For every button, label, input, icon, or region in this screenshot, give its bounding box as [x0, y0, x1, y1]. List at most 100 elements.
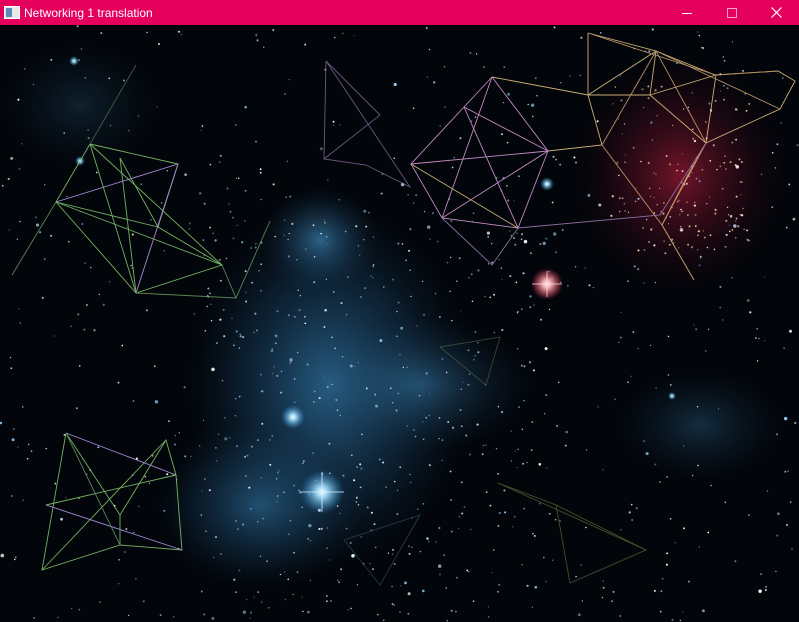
star	[498, 258, 500, 261]
star	[725, 233, 728, 236]
star	[503, 489, 506, 492]
close-button[interactable]	[754, 0, 799, 25]
star	[234, 415, 237, 417]
star	[621, 133, 623, 135]
star	[530, 449, 533, 451]
star	[235, 591, 237, 594]
star	[724, 501, 727, 504]
star	[244, 220, 246, 222]
star	[298, 309, 301, 312]
star	[619, 336, 622, 339]
star	[41, 296, 44, 299]
star	[135, 577, 137, 580]
star	[443, 65, 446, 68]
star	[462, 381, 464, 383]
star	[212, 556, 215, 559]
star	[383, 619, 385, 622]
star	[446, 619, 448, 622]
star	[20, 143, 23, 145]
star	[205, 530, 207, 533]
star	[611, 600, 613, 602]
star	[612, 103, 614, 105]
star	[154, 400, 159, 404]
bright-star	[69, 56, 79, 66]
star	[357, 503, 360, 506]
star	[369, 275, 372, 277]
star	[567, 284, 569, 287]
star	[683, 445, 685, 447]
star	[320, 527, 323, 530]
star	[428, 464, 431, 467]
star	[326, 385, 329, 388]
star	[326, 527, 329, 529]
star	[601, 596, 604, 599]
star	[592, 286, 595, 289]
star	[210, 303, 212, 305]
title-bar[interactable]: Networking 1 translation	[0, 0, 799, 25]
minimize-button[interactable]	[664, 0, 709, 25]
star	[655, 387, 657, 389]
star	[380, 192, 383, 195]
star	[776, 534, 779, 537]
star	[775, 570, 777, 573]
star	[555, 158, 557, 161]
star	[509, 230, 511, 232]
star	[289, 362, 292, 364]
star	[272, 29, 275, 31]
star	[366, 506, 369, 509]
maximize-button[interactable]	[709, 0, 754, 25]
star	[706, 202, 708, 205]
star	[190, 455, 192, 458]
star	[357, 245, 360, 247]
star	[503, 66, 506, 68]
star	[532, 532, 534, 535]
star	[458, 257, 461, 260]
star	[618, 341, 620, 344]
star	[77, 313, 80, 316]
star	[254, 246, 257, 249]
star	[426, 225, 431, 229]
star	[287, 238, 289, 241]
star	[602, 580, 604, 582]
star	[788, 329, 793, 333]
star	[742, 207, 744, 210]
star	[393, 82, 397, 87]
star	[284, 93, 286, 95]
star	[78, 365, 81, 367]
star	[391, 585, 393, 588]
star	[200, 590, 203, 593]
star	[288, 78, 290, 81]
star	[250, 247, 253, 249]
star	[215, 342, 218, 345]
star	[746, 299, 750, 302]
star	[209, 226, 211, 229]
star	[543, 412, 546, 415]
star	[498, 583, 501, 586]
star	[602, 586, 605, 589]
star	[84, 76, 87, 79]
star	[428, 414, 430, 416]
render-canvas[interactable]	[0, 25, 799, 622]
star	[713, 248, 716, 251]
star	[437, 564, 442, 568]
star	[293, 551, 295, 554]
star	[238, 569, 241, 572]
star	[237, 177, 240, 179]
star	[11, 438, 15, 442]
star	[355, 496, 358, 499]
star	[15, 556, 17, 559]
star	[361, 433, 363, 436]
star	[349, 364, 353, 368]
star	[450, 530, 453, 533]
star	[513, 200, 515, 202]
star	[654, 281, 657, 284]
star	[501, 278, 503, 281]
star	[332, 291, 335, 293]
star	[18, 167, 21, 170]
star	[372, 265, 375, 268]
star	[453, 156, 456, 159]
star	[423, 314, 425, 316]
star	[328, 442, 331, 445]
star	[342, 474, 345, 477]
star	[487, 236, 490, 238]
